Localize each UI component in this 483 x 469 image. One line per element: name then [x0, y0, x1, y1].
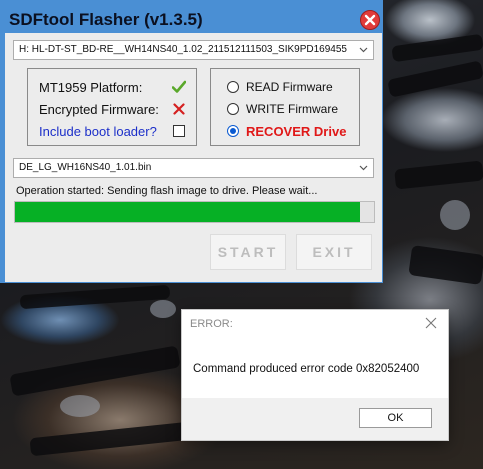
start-button[interactable]: START: [210, 234, 286, 270]
drive-info-group: MT1959 Platform: Encrypted Firmware: Inc…: [27, 68, 197, 146]
sdftool-window: SDFtool Flasher (v1.3.5) H: HL-DT-ST_BD-…: [0, 0, 383, 283]
wallpaper-shape: [387, 60, 483, 98]
mode-group: READ Firmware WRITE Firmware RECOVER Dri…: [210, 68, 360, 146]
wallpaper-shape: [150, 300, 176, 318]
flash-progress-bar: [14, 201, 375, 223]
recover-drive-radio[interactable]: [227, 125, 239, 137]
chevron-down-icon: [359, 41, 368, 59]
wallpaper-shape: [394, 160, 483, 190]
include-bootloader-label[interactable]: Include boot loader?: [39, 124, 157, 139]
wallpaper-shape: [19, 284, 171, 310]
write-firmware-radio[interactable]: [227, 103, 239, 115]
checkmark-icon: [172, 80, 186, 93]
wallpaper-shape: [9, 345, 181, 397]
firmware-file-select[interactable]: DE_LG_WH16NS40_1.01.bin: [13, 158, 374, 178]
wallpaper-shape: [408, 245, 483, 285]
close-icon: [364, 14, 376, 26]
wallpaper-shape: [440, 200, 470, 230]
encrypted-label: Encrypted Firmware:: [39, 102, 159, 117]
progress-fill: [15, 202, 360, 222]
drive-select[interactable]: H: HL-DT-ST_BD-RE__WH14NS40_1.02_2115121…: [13, 40, 374, 60]
read-firmware-label[interactable]: READ Firmware: [246, 80, 333, 94]
close-icon[interactable]: [424, 316, 438, 330]
include-bootloader-checkbox[interactable]: [173, 125, 185, 137]
dialog-titlebar: ERROR:: [182, 310, 448, 338]
window-title: SDFtool Flasher (v1.3.5): [9, 10, 203, 29]
recover-drive-label[interactable]: RECOVER Drive: [246, 124, 346, 139]
platform-label: MT1959 Platform:: [39, 80, 143, 95]
firmware-file-value: DE_LG_WH16NS40_1.01.bin: [19, 162, 152, 173]
chevron-down-icon: [359, 159, 368, 177]
status-text: Operation started: Sending flash image t…: [16, 185, 318, 197]
error-dialog: ERROR: Command produced error code 0x820…: [182, 310, 448, 440]
wallpaper-shape: [60, 395, 100, 417]
read-firmware-radio[interactable]: [227, 81, 239, 93]
ok-button[interactable]: OK: [359, 408, 432, 428]
exit-button[interactable]: EXIT: [296, 234, 372, 270]
error-message: Command produced error code 0x82052400: [193, 363, 420, 375]
close-button[interactable]: [360, 10, 380, 30]
cross-icon: [173, 103, 185, 115]
write-firmware-label[interactable]: WRITE Firmware: [246, 102, 338, 116]
drive-select-value: H: HL-DT-ST_BD-RE__WH14NS40_1.02_2115121…: [19, 44, 347, 55]
dialog-footer: OK: [182, 398, 448, 440]
dialog-title: ERROR:: [190, 318, 233, 330]
wallpaper-shape: [29, 421, 191, 457]
wallpaper-shape: [391, 33, 483, 63]
